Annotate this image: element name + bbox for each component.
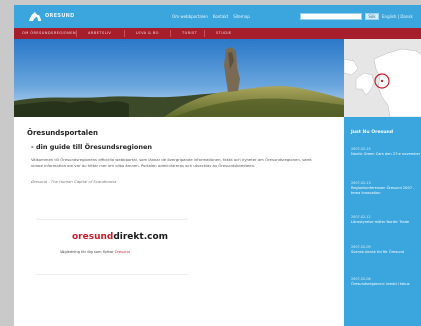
nav-item-arbetsliv[interactable]: ARBETSLIV bbox=[88, 31, 111, 35]
news-link[interactable]: Länsstyrelse möter Nordic Trade bbox=[351, 220, 421, 225]
nav-item-leva-bo[interactable]: LEVA & BO bbox=[136, 31, 159, 35]
top-link-about[interactable]: Om webbportalen bbox=[172, 14, 208, 19]
nav-divider bbox=[124, 30, 125, 37]
news-date: 2007-02-13 bbox=[351, 181, 371, 185]
news-link[interactable]: Svensk-dansk tid för Öresund bbox=[351, 250, 421, 255]
promo-link[interactable]: Öresund bbox=[115, 250, 130, 254]
page-title: Öresundsportalen bbox=[27, 129, 98, 137]
language-links[interactable]: English | Dansk bbox=[382, 14, 413, 19]
news-item[interactable]: 2007-02-13 Regionkonferensen Öresund 200… bbox=[351, 181, 421, 196]
news-sidebar: Just Nu Oresund 2007-02-15 Nordic Green … bbox=[344, 117, 421, 326]
logo-text[interactable]: ORESUND bbox=[45, 13, 75, 19]
tagline: Øresund - The Human Capital of Scandinav… bbox=[31, 179, 117, 184]
search-button[interactable]: Sök bbox=[365, 13, 379, 20]
news-date: 2007-02-06 bbox=[351, 277, 371, 281]
nav-item-studie[interactable]: STUDIE bbox=[216, 31, 232, 35]
nav-divider bbox=[204, 30, 205, 37]
news-date: 2007-02-09 bbox=[351, 245, 371, 249]
top-bar: ORESUND Om webbportalen Kontakt Sitemap … bbox=[14, 5, 421, 28]
news-date: 2007-02-15 bbox=[351, 147, 371, 151]
promo-text-body: Vägledning för dig som flyttar bbox=[60, 250, 114, 254]
news-link[interactable]: Nordic Green Cars den 27:e november bbox=[351, 152, 421, 157]
main-content: Öresundsportalen - din guide till Öresun… bbox=[14, 117, 344, 326]
search-input[interactable] bbox=[300, 13, 362, 20]
oresunddirekt-logo[interactable]: oresunddirekt.com bbox=[72, 232, 168, 242]
nav-item-turist[interactable]: TURIST bbox=[182, 31, 197, 35]
page: ORESUND Om webbportalen Kontakt Sitemap … bbox=[14, 5, 421, 326]
news-link[interactable]: Regionkonferensen Öresund 2007 - tema In… bbox=[351, 186, 421, 196]
top-link-sitemap[interactable]: Sitemap bbox=[233, 14, 250, 19]
sidebar-heading: Just Nu Oresund bbox=[351, 130, 394, 135]
promo-logo-main: oresund bbox=[72, 232, 114, 242]
top-link-contact[interactable]: Kontakt bbox=[213, 14, 228, 19]
news-item[interactable]: 2007-02-12 Länsstyrelse möter Nordic Tra… bbox=[351, 215, 421, 225]
nav-divider bbox=[76, 30, 77, 37]
news-item[interactable]: 2007-02-15 Nordic Green Cars den 27:e no… bbox=[351, 147, 421, 157]
promo-text: Vägledning för dig som flyttar Öresund bbox=[60, 250, 130, 254]
news-date: 2007-02-12 bbox=[351, 215, 371, 219]
page-subtitle: - din guide till Öresundsregionen bbox=[31, 143, 153, 151]
top-links: Om webbportalen Kontakt Sitemap bbox=[172, 14, 250, 19]
news-item[interactable]: 2007-02-06 Öresundsregionen: bredd i fok… bbox=[351, 277, 421, 287]
news-link[interactable]: Öresundsregionen: bredd i fokus bbox=[351, 282, 421, 287]
region-map[interactable] bbox=[343, 39, 421, 118]
main-nav: OM ÖRESUNDSREGIONEN ARBETSLIV LEVA & BO … bbox=[14, 28, 421, 39]
intro-paragraph: Välkommen till Öresundsregionens officie… bbox=[31, 157, 312, 168]
oresunddirekt-banner[interactable]: oresunddirekt.com Vägledning för dig som… bbox=[36, 219, 188, 275]
promo-logo-suffix: direkt.com bbox=[113, 232, 169, 242]
oresund-logo-icon[interactable] bbox=[28, 11, 42, 22]
map-graphic bbox=[343, 48, 421, 118]
news-item[interactable]: 2007-02-09 Svensk-dansk tid för Öresund bbox=[351, 245, 421, 255]
nav-item-om-oresundsregionen[interactable]: OM ÖRESUNDSREGIONEN bbox=[22, 31, 76, 35]
nav-divider bbox=[170, 30, 171, 37]
